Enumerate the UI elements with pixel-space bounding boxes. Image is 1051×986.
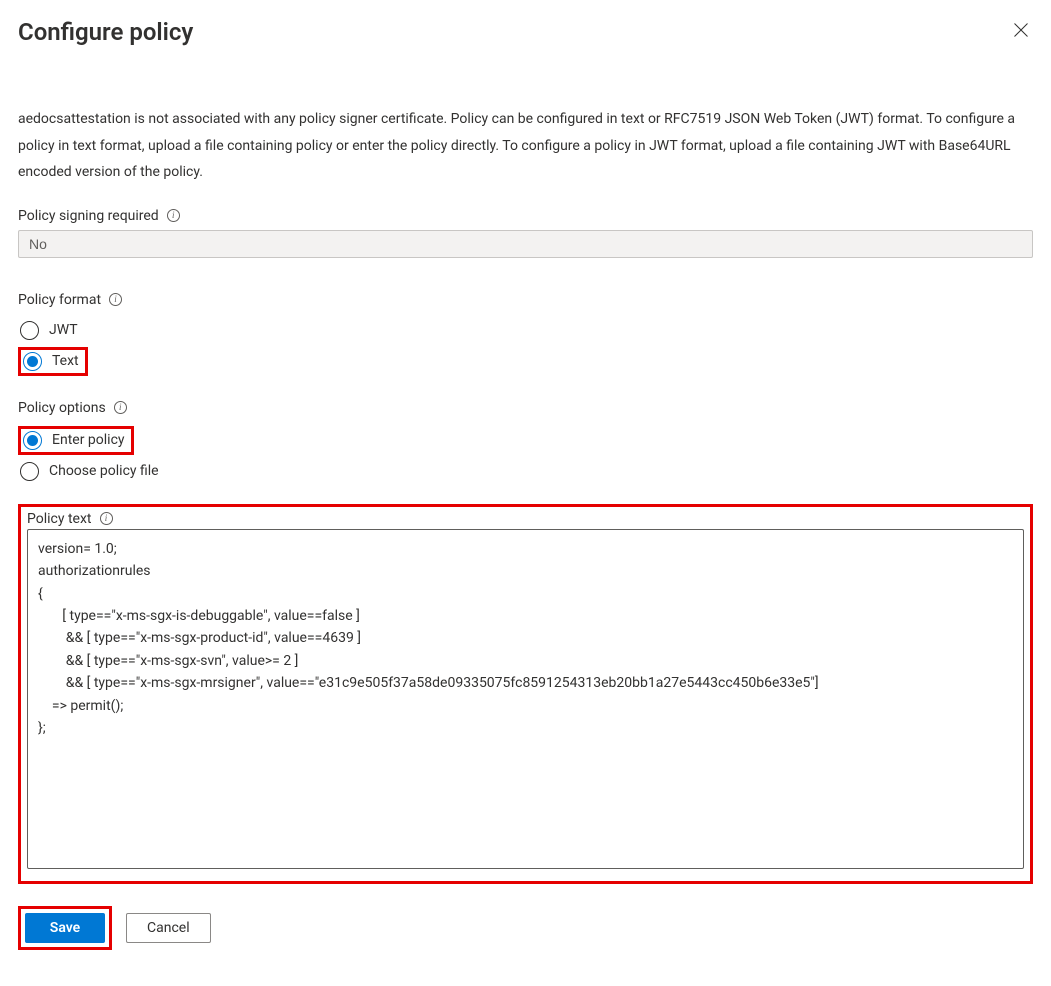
format-radio-jwt[interactable] bbox=[20, 321, 39, 340]
save-button[interactable]: Save bbox=[25, 913, 105, 943]
policy-text-input[interactable] bbox=[27, 529, 1024, 869]
format-radio-label[interactable]: JWT bbox=[49, 322, 78, 338]
options-label: Policy options bbox=[18, 400, 1033, 416]
format-option[interactable]: Text bbox=[18, 347, 88, 376]
options-radio-choose-policy-file[interactable] bbox=[20, 462, 39, 481]
info-icon[interactable] bbox=[114, 401, 127, 414]
save-highlight: Save bbox=[18, 906, 112, 950]
signing-label: Policy signing required bbox=[18, 208, 1033, 224]
format-label: Policy format bbox=[18, 292, 1033, 308]
blade-header: Configure policy bbox=[18, 18, 1033, 46]
format-radio-group: JWT Text bbox=[18, 316, 1033, 378]
format-option[interactable]: JWT bbox=[18, 316, 1033, 345]
policy-text-label: Policy text bbox=[27, 511, 1024, 527]
page-title: Configure policy bbox=[18, 18, 193, 46]
info-icon[interactable] bbox=[167, 209, 180, 222]
blade-footer: Save Cancel bbox=[18, 906, 1033, 950]
signing-label-text: Policy signing required bbox=[18, 208, 159, 224]
options-option[interactable]: Enter policy bbox=[18, 426, 134, 455]
blade-description: aedocsattestation is not associated with… bbox=[18, 106, 1033, 186]
options-label-text: Policy options bbox=[18, 400, 106, 416]
options-radio-label[interactable]: Enter policy bbox=[52, 432, 125, 448]
policy-text-label-text: Policy text bbox=[27, 511, 92, 527]
format-radio-text[interactable] bbox=[23, 352, 42, 371]
format-label-text: Policy format bbox=[18, 292, 101, 308]
options-option[interactable]: Choose policy file bbox=[18, 457, 1033, 486]
policy-text-section: Policy text bbox=[18, 504, 1033, 884]
cancel-button[interactable]: Cancel bbox=[126, 913, 211, 943]
info-icon[interactable] bbox=[100, 512, 113, 525]
configure-policy-blade: Configure policy aedocsattestation is no… bbox=[0, 0, 1051, 978]
close-icon[interactable] bbox=[1009, 18, 1033, 46]
signing-input bbox=[18, 230, 1033, 258]
format-radio-label[interactable]: Text bbox=[52, 353, 79, 369]
options-radio-enter-policy[interactable] bbox=[23, 431, 42, 450]
options-radio-label[interactable]: Choose policy file bbox=[49, 463, 159, 479]
options-radio-group: Enter policy Choose policy file bbox=[18, 424, 1033, 486]
info-icon[interactable] bbox=[109, 293, 122, 306]
